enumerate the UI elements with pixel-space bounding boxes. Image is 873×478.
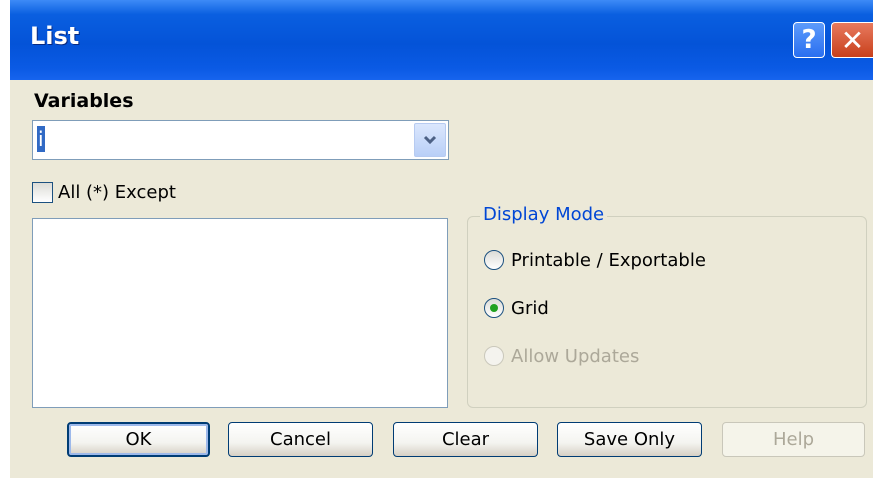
close-icon: ✕: [840, 23, 865, 57]
save-only-button[interactable]: Save Only: [557, 422, 702, 457]
display-mode-legend: Display Mode: [480, 204, 608, 225]
help-title-button[interactable]: ?: [793, 22, 825, 58]
question-icon: ?: [801, 25, 817, 55]
variables-label: Variables: [34, 90, 134, 112]
help-button: Help: [722, 422, 865, 457]
chevron-down-icon: [423, 135, 437, 145]
printable-exportable-label: Printable / Exportable: [511, 249, 706, 271]
allow-updates-option: Allow Updates: [484, 343, 639, 369]
dropdown-button[interactable]: [414, 123, 446, 157]
variables-selected-value: i: [37, 126, 45, 152]
all-except-checkbox[interactable]: [32, 181, 53, 203]
title-bar[interactable]: List ? ✕: [10, 0, 873, 80]
dialog-body: Variables i All (*) Except Display Mode …: [10, 80, 873, 478]
variables-combobox[interactable]: i: [32, 120, 449, 160]
ok-button[interactable]: OK: [67, 422, 210, 457]
window-title: List: [30, 22, 80, 50]
allow-updates-radio: [484, 346, 504, 366]
grid-radio[interactable]: [484, 298, 504, 318]
variables-listbox[interactable]: [32, 218, 448, 408]
grid-label: Grid: [511, 297, 549, 319]
clear-button[interactable]: Clear: [393, 422, 538, 457]
cancel-button[interactable]: Cancel: [228, 422, 373, 457]
printable-exportable-option[interactable]: Printable / Exportable: [484, 247, 706, 273]
list-dialog: List ? ✕ Variables i All (*) Except Disp…: [10, 0, 873, 478]
printable-exportable-radio[interactable]: [484, 250, 504, 270]
allow-updates-label: Allow Updates: [511, 345, 640, 367]
all-except-option[interactable]: All (*) Except: [32, 180, 176, 204]
all-except-label: All (*) Except: [58, 181, 176, 203]
grid-option[interactable]: Grid: [484, 295, 549, 321]
close-button[interactable]: ✕: [831, 22, 873, 58]
